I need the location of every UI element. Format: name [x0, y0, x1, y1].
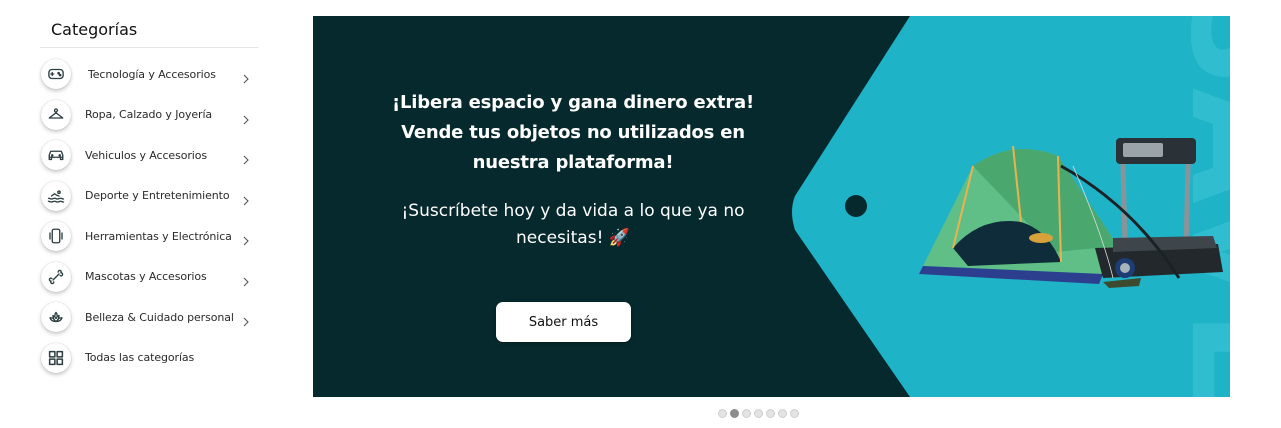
saber-mas-button[interactable]: Saber más: [496, 302, 631, 342]
category-label: Herramientas y Electrónica: [85, 229, 232, 243]
carousel-dot[interactable]: [742, 409, 751, 418]
banner-headline: ¡Libera espacio y gana dinero extra! Ven…: [392, 92, 754, 173]
tag-hole: [845, 195, 867, 217]
chevron-right-icon: [242, 69, 250, 84]
car-icon: [41, 140, 71, 171]
promo-banner[interactable]: SAVE ¡Libera espacio y gana dinero extra…: [313, 16, 1230, 397]
chevron-right-icon: [242, 272, 250, 287]
swim-icon: [41, 180, 71, 211]
carousel-dot[interactable]: [730, 409, 739, 418]
category-item-deporte[interactable]: Deporte y Entretenimiento: [40, 176, 258, 217]
carousel-dot[interactable]: [754, 409, 763, 418]
chevron-right-icon: [242, 231, 250, 246]
category-item-ropa[interactable]: Ropa, Calzado y Joyería: [40, 95, 258, 136]
gamepad-icon: [41, 59, 71, 90]
category-item-mascotas[interactable]: Mascotas y Accesorios: [40, 257, 258, 298]
carousel-dot[interactable]: [766, 409, 775, 418]
category-label: Mascotas y Accesorios: [85, 270, 207, 284]
banner-copy: ¡Libera espacio y gana dinero extra! Ven…: [383, 88, 763, 252]
lotus-icon: [41, 302, 71, 333]
category-label: Ropa, Calzado y Joyería: [85, 108, 213, 122]
category-item-tecnologia[interactable]: Tecnología y Accesorios: [40, 54, 258, 95]
category-label: Tecnología y Accesorios: [88, 67, 216, 81]
category-label: Vehiculos y Accesorios: [85, 148, 208, 162]
category-item-belleza[interactable]: Belleza & Cuidado personal: [40, 297, 258, 338]
carousel-dot[interactable]: [718, 409, 727, 418]
category-list: Tecnología y Accesorios Ropa, Calzado y …: [40, 54, 258, 378]
phone-icon: [41, 221, 71, 252]
sidebar-title: Categorías: [40, 14, 258, 48]
category-label: Belleza & Cuidado personal: [85, 310, 234, 324]
carousel-dot[interactable]: [778, 409, 787, 418]
category-label: Deporte y Entretenimiento: [85, 189, 230, 203]
carousel-indicators: [718, 409, 799, 418]
chevron-right-icon: [242, 150, 250, 165]
chevron-right-icon: [242, 191, 250, 206]
banner-subtitle: ¡Suscríbete hoy y da vida a lo que ya no…: [401, 201, 745, 248]
category-item-todas[interactable]: Todas las categorías: [40, 338, 258, 379]
category-sidebar: Categorías Tecnología y Accesorios Ropa,…: [40, 14, 258, 378]
hanger-icon: [41, 99, 71, 130]
bone-icon: [41, 261, 71, 292]
category-item-herramientas[interactable]: Herramientas y Electrónica: [40, 216, 258, 257]
grid-icon: [41, 342, 71, 373]
category-label: Todas las categorías: [85, 351, 195, 365]
chevron-right-icon: [242, 312, 250, 327]
carousel-dot[interactable]: [790, 409, 799, 418]
chevron-right-icon: [242, 110, 250, 125]
banner-watermark: SAVE: [1157, 16, 1230, 397]
category-item-vehiculos[interactable]: Vehiculos y Accesorios: [40, 135, 258, 176]
